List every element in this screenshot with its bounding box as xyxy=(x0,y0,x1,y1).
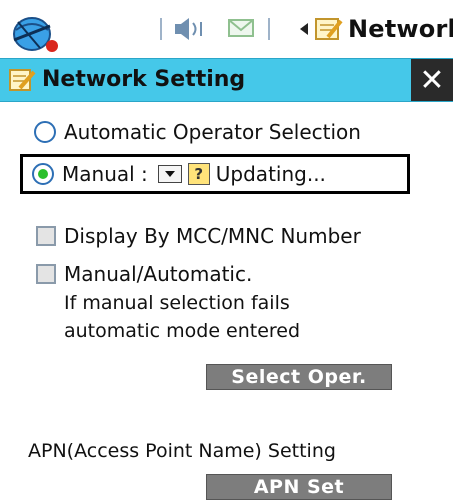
globe-start-icon[interactable] xyxy=(10,14,72,54)
separator xyxy=(268,18,270,40)
notepad-icon xyxy=(9,69,36,91)
display-mcc-checkbox[interactable] xyxy=(36,226,56,246)
operator-dropdown[interactable] xyxy=(157,165,182,183)
manual-auto-desc-line2: automatic mode entered xyxy=(64,320,301,342)
select-oper-button[interactable]: Select Oper. xyxy=(206,364,392,390)
manual-auto-desc-line1: If manual selection fails xyxy=(64,292,290,314)
manual-auto-option[interactable]: Manual/Automatic. xyxy=(36,262,252,286)
taskbar-app-title: Network xyxy=(348,15,453,43)
apn-heading: APN(Access Point Name) Setting xyxy=(28,440,336,462)
question-icon: ? xyxy=(187,163,210,185)
envelope-icon[interactable] xyxy=(226,14,258,42)
window-title: Network Setting xyxy=(42,67,246,92)
manual-label: Manual : xyxy=(62,162,148,186)
manual-option[interactable]: Manual : ? Updating... xyxy=(32,162,326,186)
display-mcc-label: Display By MCC/MNC Number xyxy=(64,224,361,248)
manual-radio[interactable] xyxy=(32,163,54,185)
taskbar: Network xyxy=(0,0,453,56)
automatic-label: Automatic Operator Selection xyxy=(64,120,361,144)
automatic-option[interactable]: Automatic Operator Selection xyxy=(34,120,361,144)
taskbar-title[interactable]: Network xyxy=(300,14,453,44)
separator xyxy=(160,18,162,40)
automatic-radio[interactable] xyxy=(34,121,56,143)
volume-icon[interactable] xyxy=(172,14,206,44)
manual-auto-label: Manual/Automatic. xyxy=(64,262,253,286)
display-mcc-option[interactable]: Display By MCC/MNC Number xyxy=(36,224,361,248)
network-notepad-icon xyxy=(315,18,343,40)
manual-auto-checkbox[interactable] xyxy=(36,264,56,284)
back-arrow-icon[interactable] xyxy=(300,23,308,35)
apn-set-button[interactable]: APN Set xyxy=(206,474,392,500)
close-button[interactable]: ✕ xyxy=(411,59,453,101)
window-titlebar: Network Setting ✕ xyxy=(0,58,453,102)
updating-label: Updating... xyxy=(215,162,326,186)
